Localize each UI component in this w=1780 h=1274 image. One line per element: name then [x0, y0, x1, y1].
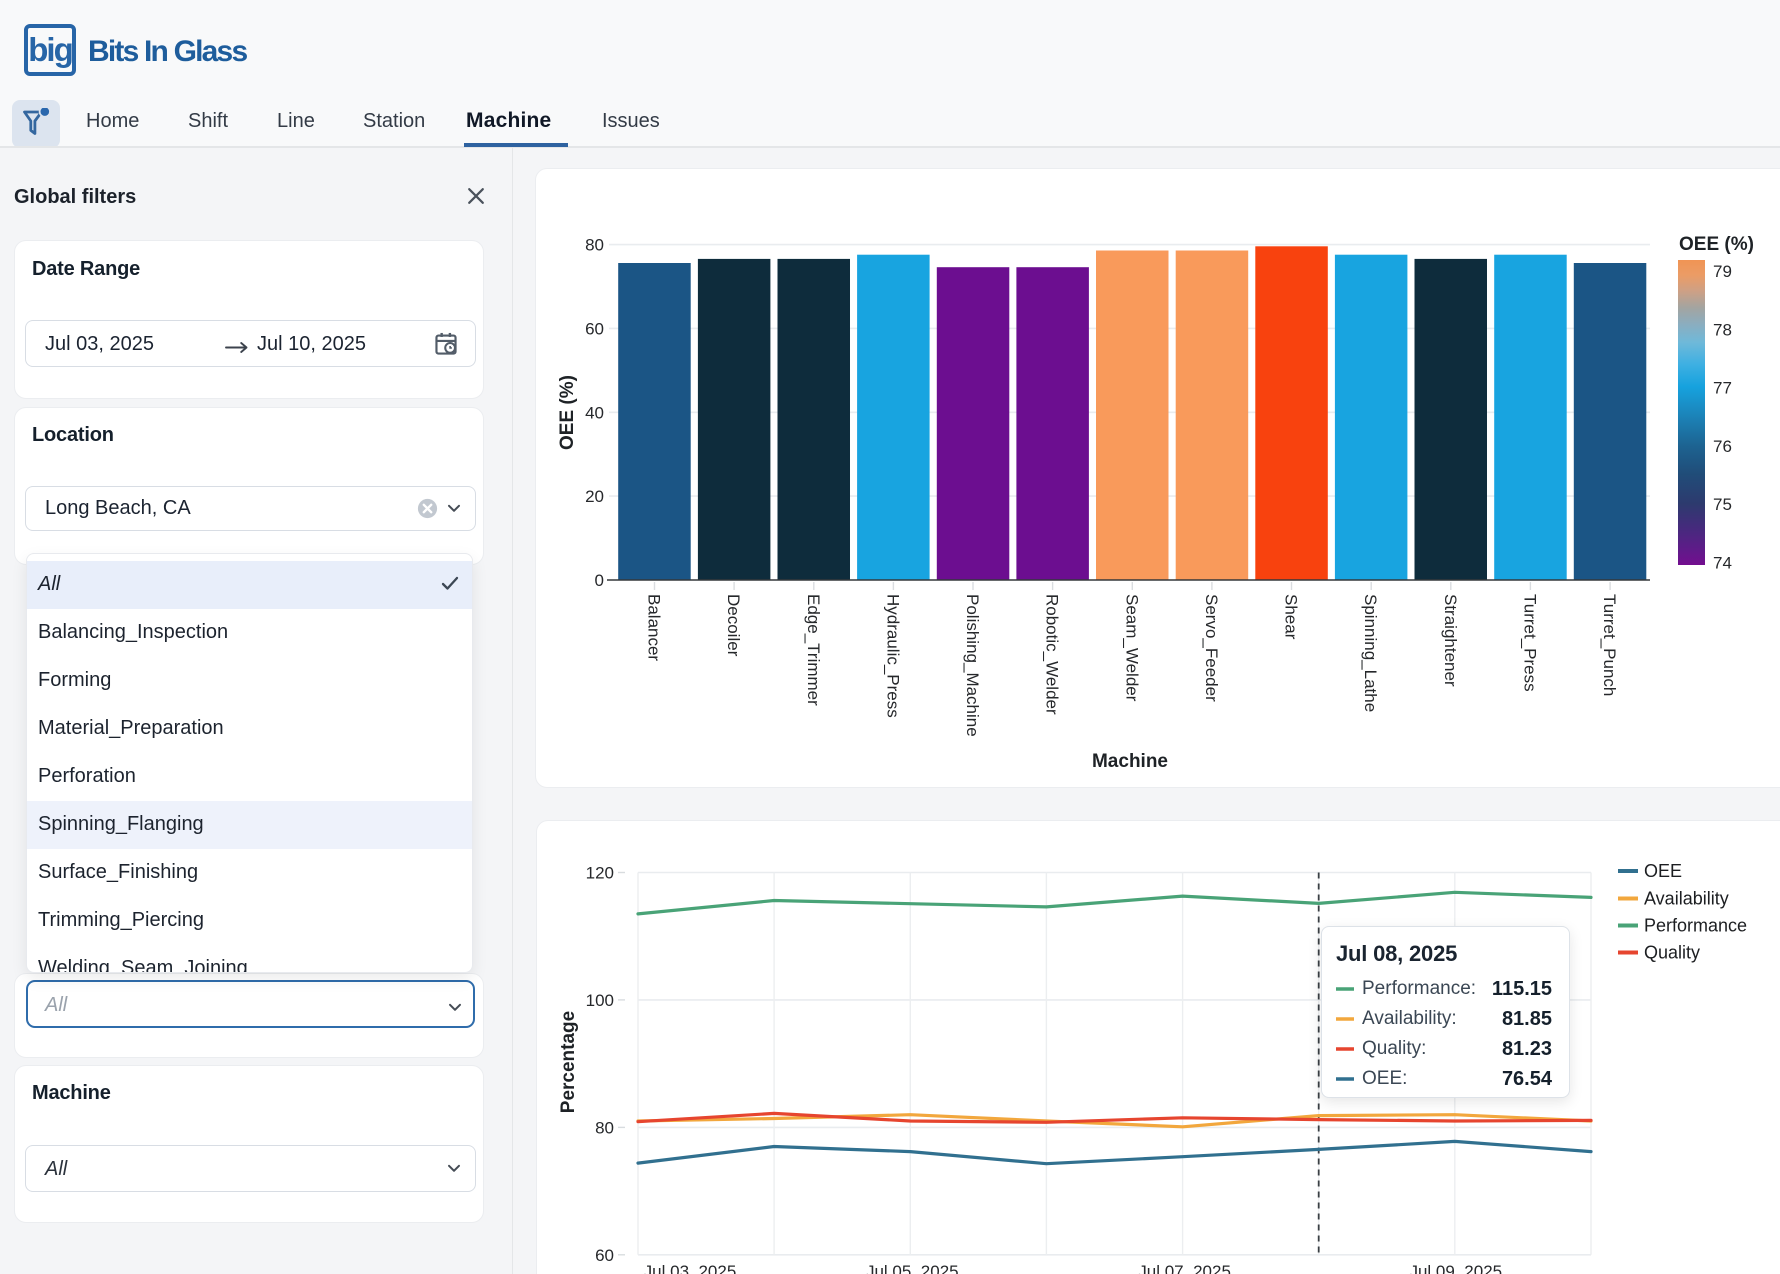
svg-text:0: 0: [595, 571, 604, 590]
svg-text:Availability: Availability: [1644, 889, 1729, 909]
svg-text:80: 80: [595, 1118, 614, 1137]
svg-text:Polishing_Machine: Polishing_Machine: [963, 594, 982, 737]
svg-text:Turret_Punch: Turret_Punch: [1600, 594, 1619, 696]
svg-text:Jul 03, 2025: Jul 03, 2025: [644, 1262, 737, 1274]
svg-text:Jul 09, 2025: Jul 09, 2025: [1409, 1262, 1502, 1274]
svg-text:Jul 07, 2025: Jul 07, 2025: [1138, 1262, 1231, 1274]
svg-text:76: 76: [1713, 437, 1732, 456]
svg-text:Quality: Quality: [1644, 943, 1700, 963]
svg-text:Hydraulic_Press: Hydraulic_Press: [883, 594, 902, 718]
svg-text:Percentage: Percentage: [558, 1011, 579, 1113]
svg-text:Edge_Trimmer: Edge_Trimmer: [804, 594, 823, 706]
svg-text:Jul 05, 2025: Jul 05, 2025: [866, 1262, 959, 1274]
svg-text:Spinning_Lathe: Spinning_Lathe: [1361, 594, 1380, 712]
svg-text:60: 60: [585, 319, 604, 338]
svg-text:Decoiler: Decoiler: [724, 594, 743, 657]
svg-text:Straightener: Straightener: [1441, 594, 1460, 687]
svg-text:Performance: Performance: [1644, 916, 1747, 936]
svg-text:78: 78: [1713, 320, 1732, 339]
svg-text:OEE (%): OEE (%): [1679, 234, 1754, 255]
svg-text:60: 60: [595, 1246, 614, 1265]
svg-text:120: 120: [586, 864, 614, 883]
svg-text:77: 77: [1713, 379, 1732, 398]
svg-text:40: 40: [585, 403, 604, 422]
svg-text:OEE (%): OEE (%): [557, 375, 578, 450]
svg-text:Turret_Press: Turret_Press: [1520, 594, 1539, 692]
svg-text:75: 75: [1713, 495, 1732, 514]
svg-text:74: 74: [1713, 554, 1732, 573]
svg-text:OEE: OEE: [1644, 861, 1682, 881]
svg-text:Seam_Welder: Seam_Welder: [1122, 594, 1141, 702]
svg-text:Shear: Shear: [1282, 594, 1301, 640]
svg-text:80: 80: [585, 236, 604, 255]
svg-text:79: 79: [1713, 262, 1732, 281]
svg-text:Servo_Feeder: Servo_Feeder: [1202, 594, 1221, 702]
svg-text:Balancer: Balancer: [645, 594, 664, 661]
svg-text:Machine: Machine: [1092, 751, 1168, 772]
svg-text:100: 100: [586, 991, 614, 1010]
svg-text:Robotic_Welder: Robotic_Welder: [1043, 594, 1062, 715]
svg-text:20: 20: [585, 487, 604, 506]
